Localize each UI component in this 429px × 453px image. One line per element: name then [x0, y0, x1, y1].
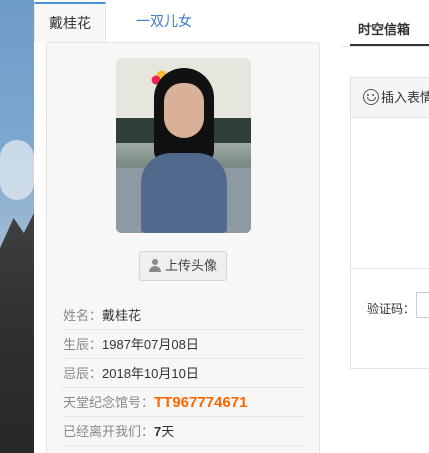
info-row-birth: 生辰：1987年07月08日 [63, 330, 305, 359]
hall-number-value: TT967774671 [154, 394, 248, 411]
days-unit: 天 [161, 424, 175, 439]
background-mountain [0, 213, 34, 453]
insert-emoji-label: 插入表情 [381, 90, 429, 105]
message-box: 插入表情 验证码： [350, 77, 429, 369]
captcha-input[interactable] [416, 292, 429, 318]
avatar [116, 58, 251, 233]
death-key: 忌辰： [63, 366, 103, 381]
info-row-days-passed: 已经离开我们：7天 [63, 417, 305, 446]
smile-icon [363, 89, 379, 105]
captcha-label: 验证码： [367, 302, 416, 316]
background-cloud [0, 140, 34, 200]
tab-time-mailbox[interactable]: 时空信箱 [350, 12, 429, 48]
info-row-hall-number: 天堂纪念馆号：TT967774671 [63, 388, 305, 417]
upload-avatar-label: 上传头像 [164, 258, 217, 273]
profile-panel: 上传头像 姓名：戴桂花 生辰：1987年07月08日 忌辰：2018年10月10… [46, 42, 320, 453]
profile-info: 姓名：戴桂花 生辰：1987年07月08日 忌辰：2018年10月10日 天堂纪… [63, 301, 305, 446]
name-value: 戴桂花 [102, 308, 142, 323]
hall-number-key: 天堂纪念馆号： [63, 395, 155, 410]
name-key: 姓名： [63, 308, 103, 323]
birth-key: 生辰： [63, 337, 103, 352]
birth-value: 1987年07月08日 [102, 337, 199, 352]
insert-emoji-button[interactable]: 插入表情 [351, 78, 429, 118]
message-divider [351, 268, 429, 269]
death-value: 2018年10月10日 [102, 366, 199, 381]
tab-person-name[interactable]: 戴桂花 [34, 2, 106, 42]
info-row-death: 忌辰：2018年10月10日 [63, 359, 305, 388]
upload-avatar-button[interactable]: 上传头像 [139, 251, 227, 281]
user-icon [148, 259, 161, 272]
days-passed-key: 已经离开我们： [63, 424, 155, 439]
background-landscape [0, 0, 34, 453]
tab-children[interactable]: 一双儿女 [114, 2, 214, 42]
info-row-name: 姓名：戴桂花 [63, 301, 305, 330]
